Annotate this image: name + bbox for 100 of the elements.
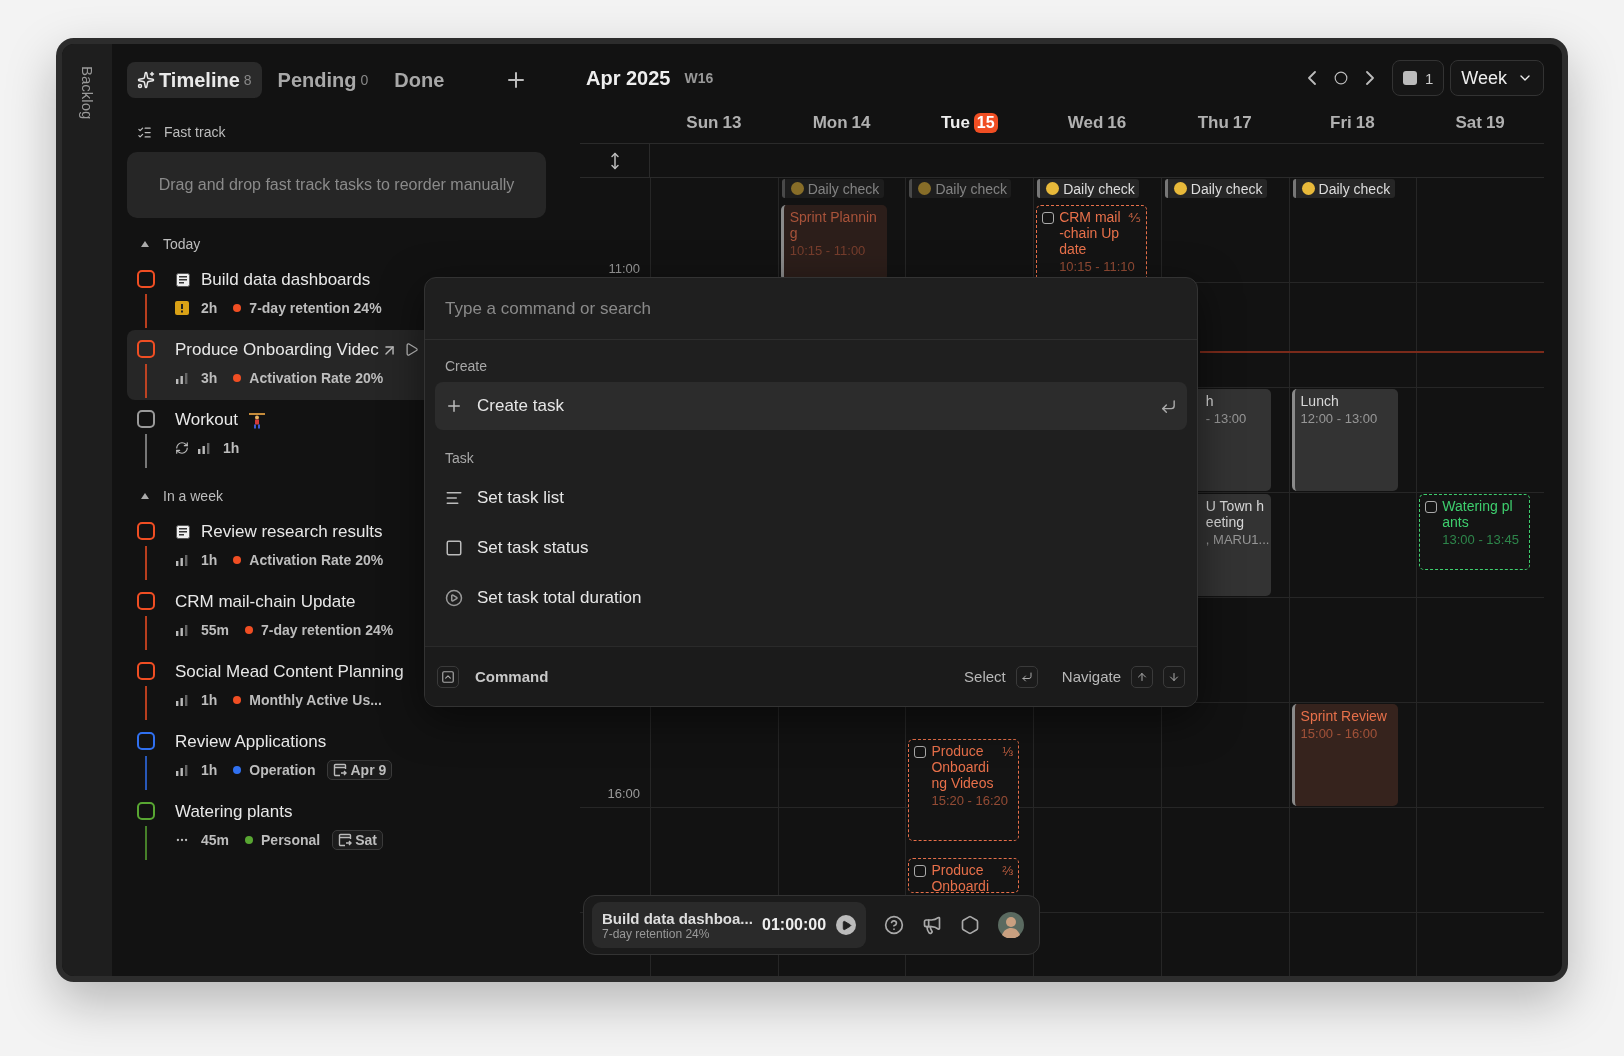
tag-label: Sat	[355, 832, 377, 848]
event-checkbox[interactable]	[1042, 212, 1055, 225]
task-row[interactable]: Watering plants 45m Personal Sat	[127, 792, 546, 862]
goal-label: 7-day retention 24%	[249, 300, 382, 316]
calendar-event[interactable]: Lunch 12:00 - 13:00	[1291, 389, 1399, 491]
view-tab[interactable]: Timeline 8	[127, 62, 262, 98]
event-time: 12:00 - 13:00	[1300, 411, 1378, 426]
task-title: Review research results	[201, 522, 383, 542]
calendar-event[interactable]: Daily check	[1037, 179, 1140, 198]
command-label: Set task total duration	[477, 588, 642, 608]
task-checkbox[interactable]	[137, 270, 155, 288]
view-tab[interactable]: Pending 0	[267, 62, 379, 98]
group-title: Task	[444, 449, 475, 468]
event-checkbox[interactable]	[1425, 501, 1438, 513]
command-label: Set task status	[477, 538, 589, 558]
section-toggle[interactable]: Today	[141, 236, 201, 252]
goal-label: Personal	[261, 832, 321, 848]
calendar-event[interactable]: Daily check	[1164, 179, 1267, 198]
goal-label: Activation Rate 20%	[249, 552, 384, 568]
event-title: Watering pl ants	[1442, 498, 1513, 530]
task-event[interactable]: Produce Onboardi ng Videos ⅓ 15:20 - 16:20	[908, 738, 1020, 841]
page-icon	[175, 272, 191, 288]
checkbox-icon	[445, 539, 463, 557]
task-duration: 55m	[201, 622, 230, 638]
sun-icon	[918, 182, 932, 195]
timer-time: 01:00:00	[762, 916, 827, 934]
event-title: Daily check	[807, 180, 880, 197]
sun-icon	[790, 182, 804, 195]
task-duration: 1h	[223, 440, 240, 456]
task-event[interactable]: Watering pl ants 13:00 - 13:45	[1419, 494, 1530, 570]
section-toggle[interactable]: In a week	[141, 488, 223, 504]
task-title: Social Mead Content Planning	[175, 662, 404, 682]
task-checkbox[interactable]	[137, 410, 155, 428]
event-time: 10:15 - 11:10	[1059, 259, 1135, 275]
event-title: U Town h eeting	[1205, 498, 1264, 530]
task-checkbox[interactable]	[137, 522, 155, 540]
goal-label: Monthly Active Us...	[249, 692, 382, 708]
day-header: Thu	[1197, 112, 1229, 133]
play-button[interactable]	[836, 915, 857, 935]
list-icon	[445, 489, 463, 507]
command-search-field[interactable]: Type a command or search	[425, 278, 1197, 340]
hour-label: 16:00	[607, 786, 640, 801]
event-checkbox[interactable]	[914, 745, 927, 758]
calendar-event[interactable]: Daily check	[909, 179, 1012, 198]
avatar[interactable]	[998, 912, 1025, 938]
event-time: - 13:00	[1205, 411, 1247, 426]
calendar-arrow-icon	[338, 833, 353, 847]
play-icon[interactable]	[403, 341, 419, 357]
task-checkbox[interactable]	[137, 662, 155, 680]
drop-zone: Drag and drop fast track tasks to reorder manually	[127, 152, 546, 218]
task-title: Review Applications	[175, 732, 327, 752]
task-duration: 1h	[201, 692, 218, 708]
task-row[interactable]: Review Applications 1h Operation Apr 9	[127, 722, 546, 792]
event-checkbox[interactable]	[914, 865, 927, 878]
task-event[interactable]: Produce Onboardi ⅔	[908, 858, 1020, 894]
task-checkbox[interactable]	[137, 340, 155, 358]
day-header: Mon	[812, 112, 848, 133]
up-key-icon	[1131, 665, 1153, 688]
footer-label: Command	[475, 668, 549, 685]
event-title: Produce Onboardi	[931, 862, 989, 893]
event-time: 10:15 - 11:00	[789, 243, 866, 259]
event-title: Lunch	[1300, 393, 1339, 409]
shortcut-hint: Navigate	[1061, 668, 1121, 685]
task-title: Workout	[175, 410, 238, 430]
command-item[interactable]: Create task	[435, 382, 1187, 430]
fast-track-icon	[137, 124, 152, 140]
event-title: Daily check	[1190, 180, 1263, 197]
day-date: 16	[1107, 112, 1127, 133]
chevron-left-icon	[1307, 71, 1316, 85]
task-duration: 45m	[201, 832, 230, 848]
day-date: 18	[1355, 112, 1375, 133]
shortcut-hint: Select	[964, 668, 1006, 685]
day-date: 19	[1485, 112, 1505, 133]
task-duration: 2h	[201, 300, 218, 316]
tag-label: Apr 9	[350, 762, 387, 778]
help-icon[interactable]	[884, 915, 905, 935]
day-header: Sun	[686, 112, 719, 133]
calendars-button[interactable]: 1	[1391, 60, 1445, 96]
calendar-arrow-icon	[333, 763, 348, 777]
view-dropdown[interactable]: Week	[1450, 60, 1544, 96]
task-checkbox[interactable]	[137, 732, 155, 750]
task-title: Build data dashboards	[201, 270, 371, 290]
bars-icon	[175, 763, 189, 777]
group-title: Create	[444, 357, 489, 376]
day-header: Tue	[940, 112, 970, 133]
enter-icon	[1160, 397, 1177, 415]
backlog-tab[interactable]: Backlog	[78, 66, 96, 120]
plus-icon	[445, 397, 463, 415]
priority-icon	[175, 301, 189, 315]
enter-key-icon	[1015, 665, 1038, 688]
calendar-event[interactable]: Daily check	[781, 179, 884, 198]
megaphone-icon[interactable]	[922, 915, 943, 935]
view-tab[interactable]: Done	[384, 62, 455, 98]
settings-icon[interactable]	[960, 915, 981, 935]
task-checkbox[interactable]	[137, 592, 155, 610]
calendar-event[interactable]: Sprint Review 15:00 - 16:00	[1291, 704, 1399, 806]
event-title: Produce Onboardi ng Videos	[931, 742, 994, 791]
sun-icon	[1301, 182, 1315, 195]
task-checkbox[interactable]	[137, 802, 155, 820]
calendar-event[interactable]: Daily check	[1292, 179, 1395, 198]
